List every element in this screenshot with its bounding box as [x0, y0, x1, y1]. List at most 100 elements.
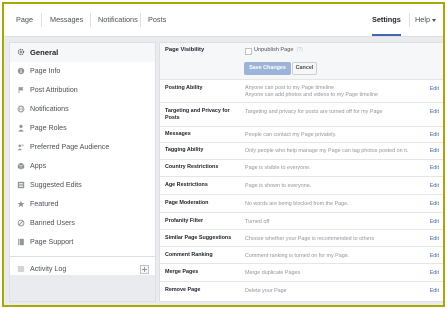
flag-icon [18, 86, 24, 94]
settings-row-profanity-filter[interactable]: Profanity Filter Turned off Edit [160, 213, 443, 230]
sidebar-item-label: Featured [30, 200, 59, 208]
settings-row-country-restrictions[interactable]: Country Restrictions Page is visible to … [160, 160, 443, 177]
nav-help[interactable]: Help [415, 4, 437, 36]
help-icon[interactable]: (?) [297, 47, 303, 53]
sidebar-footer [10, 275, 155, 301]
star-icon [17, 200, 25, 208]
unpublish-checkbox[interactable] [245, 48, 252, 55]
sidebar-item-page-roles[interactable]: Page Roles [10, 119, 155, 138]
row-label: Country Restrictions [165, 164, 219, 170]
sidebar-item-label: Banned Users [30, 219, 75, 227]
settings-row-posting-ability[interactable]: Posting Ability Anyone can post to my Pa… [160, 80, 443, 103]
people-icon [17, 144, 24, 151]
expand-icon[interactable] [140, 265, 149, 274]
row-value: Delete your Page [245, 288, 287, 294]
row-label: Merge Pages [165, 269, 199, 275]
edit-link[interactable]: Edit [430, 182, 439, 190]
person-icon [18, 124, 24, 132]
unpublish-label: Unpublish Page (?) [254, 45, 303, 55]
save-changes-button[interactable]: Save Changes [244, 62, 291, 75]
row-value: Choose whether your Page is recommended … [245, 236, 375, 242]
nav-messages[interactable]: Messages [50, 4, 83, 36]
settings-row-age-restrictions[interactable]: Age Restrictions Page is shown to everyo… [160, 177, 443, 195]
row-label: Remove Page [165, 287, 201, 293]
row-label: Tagging Ability [165, 147, 204, 153]
book-icon [18, 238, 24, 246]
settings-row-targeting-privacy[interactable]: Targeting and Privacy for Posts Targetin… [160, 103, 443, 127]
list-icon [17, 181, 25, 189]
sidebar-item-apps[interactable]: Apps [10, 157, 155, 176]
settings-row-remove-page[interactable]: Remove Page Delete your Page Edit [160, 282, 443, 300]
activity-log-icon [17, 266, 25, 272]
sidebar-item-label: General [30, 48, 59, 57]
sidebar-item-label: Notifications [30, 105, 69, 113]
row-label: Similar Page Suggestions [165, 235, 232, 241]
window-frame: Page Messages Notifications Posts Settin… [2, 2, 445, 307]
edit-link[interactable]: Edit [430, 85, 439, 93]
cube-icon [17, 162, 25, 170]
sidebar-item-label: Page Info [30, 67, 61, 75]
sidebar-divider [10, 256, 155, 257]
row-value: Page is visible to everyone. [245, 165, 311, 171]
globe-icon [17, 105, 25, 113]
top-navigation: Page Messages Notifications Posts Settin… [4, 4, 443, 37]
chevron-down-icon [432, 18, 437, 22]
settings-row-page-moderation[interactable]: Page Moderation No words are being block… [160, 195, 443, 213]
nav-divider [140, 13, 141, 27]
nav-settings[interactable]: Settings [372, 4, 401, 36]
nav-page[interactable]: Page [16, 4, 33, 36]
sidebar-item-label: Apps [30, 162, 47, 170]
row-value: No words are being blocked from the Page… [245, 201, 349, 207]
row-label: Targeting and Privacy for Posts [165, 108, 230, 121]
row-value: Comment ranking is turned on for my Page… [245, 253, 350, 259]
edit-link[interactable]: Edit [430, 164, 439, 172]
row-label: Comment Ranking [165, 252, 213, 258]
sidebar-item-featured[interactable]: Featured [10, 195, 155, 214]
settings-row-messages[interactable]: Messages People can contact my Page priv… [160, 127, 443, 143]
general-settings-panel: Page Visibility Unpublish Page (?) Save C… [159, 42, 443, 302]
settings-row-comment-ranking[interactable]: Comment Ranking Comment ranking is turne… [160, 247, 443, 264]
sidebar-item-general[interactable]: General [10, 43, 155, 62]
sidebar-item-page-support[interactable]: Page Support [10, 233, 155, 252]
row-label: Messages [165, 131, 191, 137]
settings-row-tagging-ability[interactable]: Tagging Ability Only people who help man… [160, 143, 443, 160]
edit-link[interactable]: Edit [430, 147, 439, 155]
settings-row-similar-page-suggestions[interactable]: Similar Page Suggestions Choose whether … [160, 230, 443, 247]
nav-divider [41, 13, 42, 27]
edit-link[interactable]: Edit [430, 131, 439, 139]
sidebar-item-post-attribution[interactable]: Post Attribution [10, 81, 155, 100]
sidebar-item-suggested-edits[interactable]: Suggested Edits [10, 176, 155, 195]
sidebar-item-label: Page Support [30, 238, 74, 246]
nav-notifications[interactable]: Notifications [98, 4, 138, 36]
row-label: Page Moderation [165, 200, 209, 206]
edit-link[interactable]: Edit [430, 287, 439, 295]
edit-link[interactable]: Edit [430, 218, 439, 226]
settings-row-merge-pages[interactable]: Merge Pages Merge duplicate Pages Edit [160, 264, 443, 282]
sidebar-item-page-info[interactable]: Page Info [10, 62, 155, 81]
row-value: People can contact my Page privately. [245, 132, 337, 138]
edit-link[interactable]: Edit [430, 108, 439, 116]
sidebar-item-notifications[interactable]: Notifications [10, 100, 155, 119]
nav-divider [90, 13, 91, 27]
sidebar-item-label: Post Attribution [30, 86, 78, 94]
sidebar-item-label: Page Roles [30, 124, 67, 132]
ban-icon [17, 219, 25, 227]
sidebar-item-label: Preferred Page Audience [30, 143, 110, 151]
sidebar-item-label: Suggested Edits [30, 181, 82, 189]
row-label: Page Visibility [165, 47, 205, 53]
edit-link[interactable]: Edit [430, 235, 439, 243]
nav-help-label: Help [415, 15, 431, 24]
nav-posts[interactable]: Posts [148, 4, 166, 36]
row-value: Merge duplicate Pages [245, 270, 301, 276]
row-label: Profanity Filter [165, 218, 204, 224]
edit-link[interactable]: Edit [430, 252, 439, 260]
edit-link[interactable]: Edit [430, 269, 439, 277]
sidebar-item-preferred-page-audience[interactable]: Preferred Page Audience [10, 138, 155, 157]
cancel-button[interactable]: Cancel [292, 62, 317, 75]
row-value: Targeting and privacy for posts are turn… [245, 109, 383, 115]
sidebar-item-banned-users[interactable]: Banned Users [10, 214, 155, 233]
row-label: Age Restrictions [165, 182, 208, 188]
settings-sidebar: General Page Info Post Attribution Notif… [9, 42, 156, 302]
edit-link[interactable]: Edit [430, 200, 439, 208]
row-value: Page is shown to everyone. [245, 183, 312, 189]
